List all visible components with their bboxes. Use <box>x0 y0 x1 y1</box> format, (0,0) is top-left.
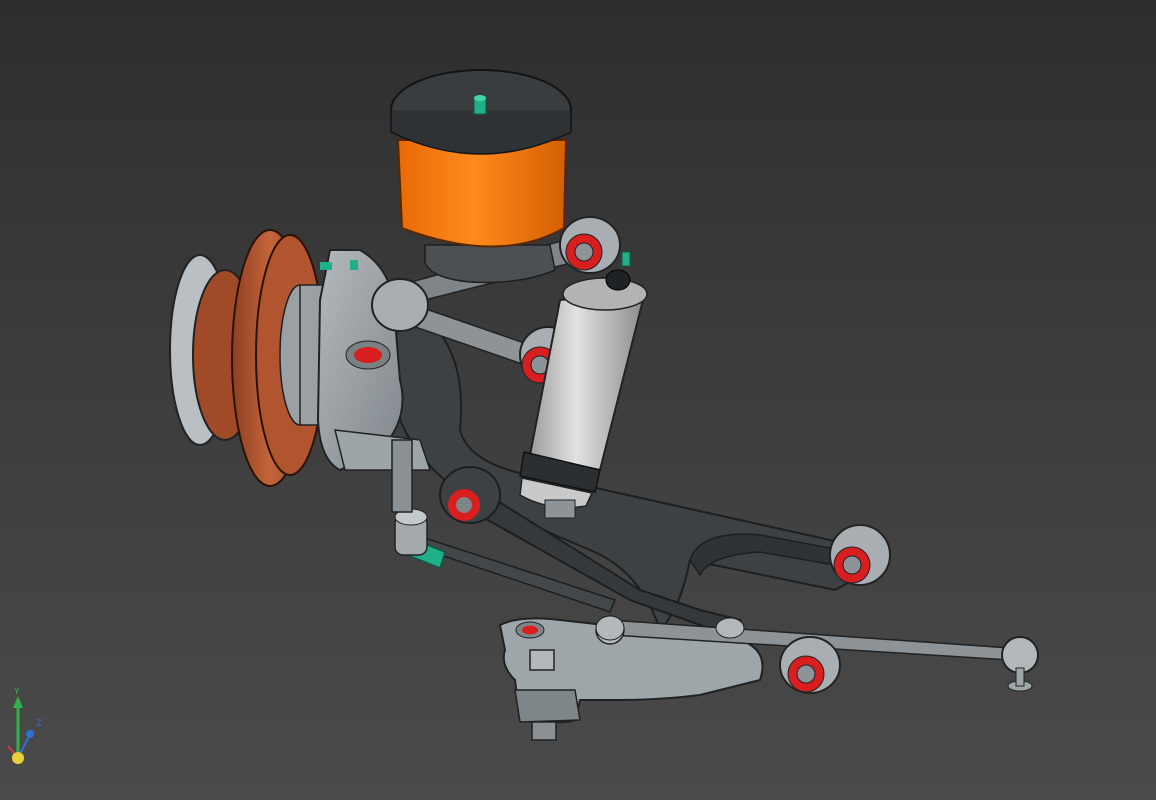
origin-icon <box>12 752 24 764</box>
lower-rear-bushing[interactable] <box>829 524 891 586</box>
air-spring[interactable] <box>390 69 572 284</box>
y-axis-label: Y <box>13 687 20 697</box>
z-axis-label: Z <box>36 719 42 729</box>
z-axis-tip-icon <box>26 730 34 738</box>
suspension-model[interactable] <box>0 0 1156 800</box>
y-arrow-icon <box>13 696 23 708</box>
3d-viewport[interactable]: Y Z <box>0 0 1156 800</box>
axis-triad: Y Z <box>7 687 42 764</box>
shock-absorber[interactable] <box>519 251 648 519</box>
lower-front-bushing[interactable] <box>439 466 501 524</box>
